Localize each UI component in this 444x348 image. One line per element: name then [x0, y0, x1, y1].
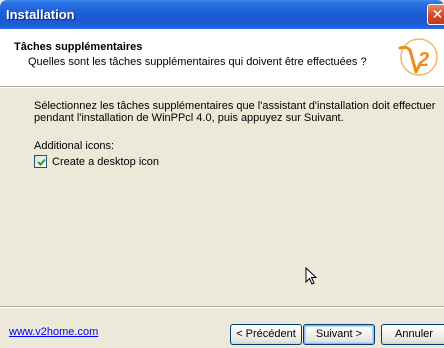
- next-button[interactable]: Suivant >: [303, 324, 375, 345]
- footer-divider-highlight: [0, 307, 444, 308]
- additional-icons-label: Additional icons:: [34, 140, 115, 152]
- desktop-icon-label[interactable]: Create a desktop icon: [52, 156, 159, 168]
- close-button[interactable]: ✕: [427, 4, 444, 25]
- description-line-1: Sélectionnez les tâches supplémentaires …: [34, 100, 436, 112]
- page-title: Tâches supplémentaires: [14, 41, 143, 53]
- v2-logo: 2: [398, 38, 438, 76]
- title-bar[interactable]: Installation ✕: [0, 0, 444, 29]
- previous-button[interactable]: < Précédent: [230, 324, 302, 345]
- page-subtitle: Quelles sont les tâches supplémentaires …: [28, 56, 367, 68]
- website-link[interactable]: www.v2home.com: [9, 326, 98, 338]
- desktop-icon-checkbox[interactable]: [34, 155, 47, 168]
- wizard-header: Tâches supplémentaires Quelles sont les …: [0, 29, 444, 87]
- window-title: Installation: [6, 7, 75, 22]
- checkmark-icon: [37, 158, 46, 166]
- svg-text:2: 2: [417, 49, 429, 71]
- description-line-2: pendant l'installation de WinPPcl 4.0, p…: [34, 112, 344, 124]
- mouse-cursor-icon: [305, 267, 317, 285]
- desktop-icon-option[interactable]: Create a desktop icon: [34, 155, 159, 168]
- cancel-button[interactable]: Annuler: [381, 324, 444, 345]
- wizard-content: Sélectionnez les tâches supplémentaires …: [0, 88, 444, 304]
- close-icon: ✕: [431, 6, 444, 22]
